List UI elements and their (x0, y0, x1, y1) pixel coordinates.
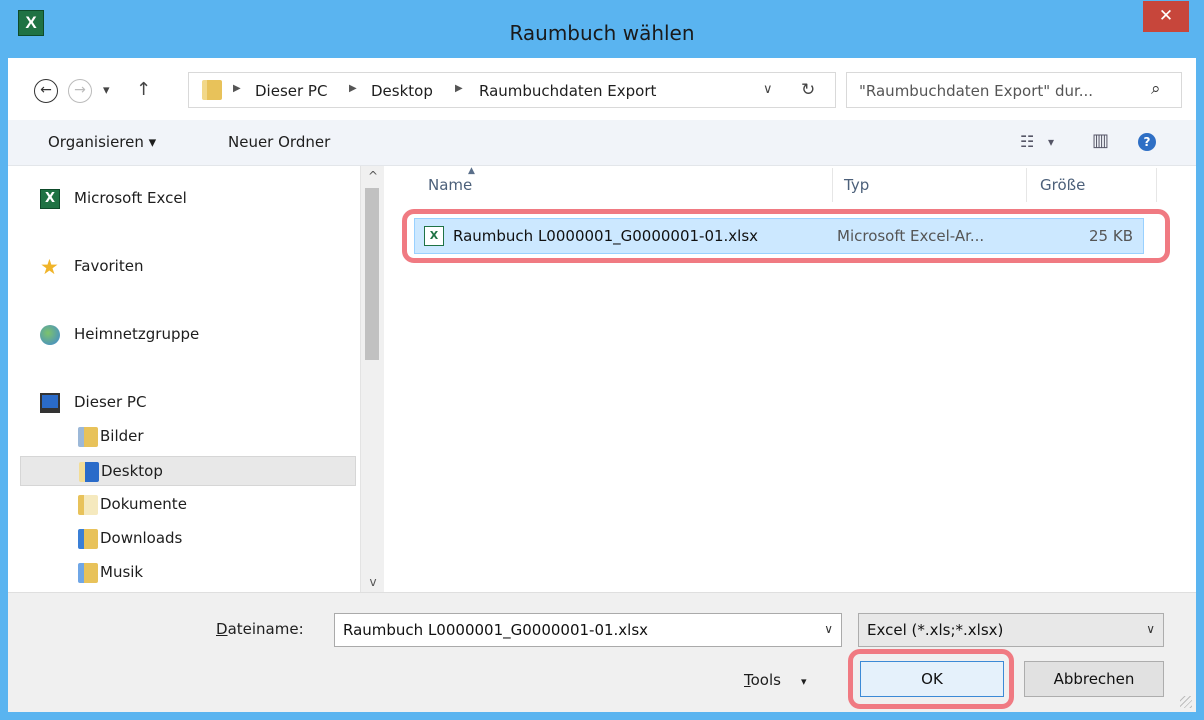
scroll-up-arrow-icon[interactable]: ^ (361, 166, 385, 186)
view-dropdown-icon[interactable]: ▾ (1048, 135, 1054, 149)
file-type: Microsoft Excel-Ar... (837, 227, 985, 245)
dialog-client-area: ← → ▾ ↑ ▶ Dieser PC ▶ Desktop ▶ Raumbuch… (8, 58, 1196, 712)
tools-accesskey: T (744, 671, 751, 689)
filetype-value: Excel (*.xls;*.xlsx) (867, 621, 1004, 639)
column-divider[interactable] (832, 168, 833, 202)
nav-item-label: Microsoft Excel (74, 189, 187, 207)
forward-button[interactable]: → (68, 79, 92, 103)
breadcrumb-raumbuchdaten-export[interactable]: Raumbuchdaten Export (479, 82, 656, 100)
nav-item-heimnetzgruppe[interactable]: Heimnetzgruppe (20, 320, 340, 350)
sort-ascending-icon: ▲ (468, 166, 475, 176)
search-input[interactable]: "Raumbuchdaten Export" dur... ⌕ (846, 72, 1182, 108)
search-icon[interactable]: ⌕ (1151, 79, 1161, 99)
column-header-name[interactable]: Name (428, 176, 472, 194)
breadcrumb-separator-icon[interactable]: ▶ (455, 83, 463, 94)
filename-value: Raumbuch L0000001_G0000001-01.xlsx (343, 621, 649, 639)
file-size: 25 KB (1089, 227, 1133, 245)
tools-label: ools (750, 671, 781, 689)
scroll-thumb[interactable] (365, 188, 379, 360)
nav-item-desktop[interactable]: Desktop (20, 456, 356, 486)
column-divider[interactable] (1156, 168, 1157, 202)
back-button[interactable]: ← (34, 79, 58, 103)
command-toolbar: Organisieren ▾ Neuer Ordner ☷ ▾ ▥ ? (8, 120, 1196, 166)
organize-button[interactable]: Organisieren ▾ (48, 133, 156, 151)
recent-locations-chevron-icon[interactable]: ▾ (103, 83, 110, 98)
nav-item-musik[interactable]: Musik (20, 558, 356, 588)
nav-item-label: Heimnetzgruppe (74, 325, 200, 343)
folder-icon (202, 80, 222, 100)
nav-item-dieser-pc[interactable]: Dieser PC (20, 388, 340, 418)
nav-item-label: Desktop (101, 462, 163, 480)
column-divider[interactable] (1026, 168, 1027, 202)
new-folder-button[interactable]: Neuer Ordner (228, 133, 330, 151)
nav-item-label: Dieser PC (74, 393, 147, 411)
file-list-pane: ▲ Name Typ Größe X Raumbuch L0000001_G00… (384, 166, 1196, 592)
refresh-icon[interactable]: ↻ (801, 80, 815, 100)
breadcrumb-separator-icon[interactable]: ▶ (233, 83, 241, 94)
view-options-icon[interactable]: ☷ (1020, 132, 1034, 151)
downloads-folder-icon (78, 529, 98, 549)
cancel-button[interactable]: Abbrechen (1024, 661, 1164, 697)
computer-icon (40, 393, 60, 413)
music-folder-icon (78, 563, 98, 583)
breadcrumb-separator-icon[interactable]: ▶ (349, 83, 357, 94)
dialog-footer: Dateiname: Raumbuch L0000001_G0000001-01… (8, 592, 1196, 712)
filename-field[interactable]: Raumbuch L0000001_G0000001-01.xlsx ∨ (334, 613, 842, 647)
breadcrumb-desktop[interactable]: Desktop (371, 82, 433, 100)
navigation-scrollbar[interactable]: ^ v (360, 166, 384, 592)
address-row: ← → ▾ ↑ ▶ Dieser PC ▶ Desktop ▶ Raumbuch… (8, 58, 1196, 120)
file-dialog-window: X Raumbuch wählen ✕ ← → ▾ ↑ ▶ Dieser PC … (0, 0, 1204, 720)
up-folder-button[interactable]: ↑ (136, 79, 151, 100)
breadcrumb-dieser-pc[interactable]: Dieser PC (255, 82, 327, 100)
nav-item-label: Downloads (100, 529, 183, 547)
filetype-dropdown-icon[interactable]: ∨ (1146, 622, 1155, 636)
file-name: Raumbuch L0000001_G0000001-01.xlsx (453, 227, 759, 245)
excel-icon: X (40, 189, 60, 209)
column-header-type[interactable]: Typ (844, 176, 869, 194)
address-dropdown-icon[interactable]: ∨ (763, 82, 773, 97)
help-icon[interactable]: ? (1138, 133, 1156, 151)
navigation-pane: X Microsoft Excel ★ Favoriten Heimnetzgr… (8, 166, 384, 592)
tools-dropdown-icon: ▾ (800, 675, 807, 688)
xlsx-file-icon: X (424, 226, 444, 246)
documents-folder-icon (78, 495, 98, 515)
scroll-down-arrow-icon[interactable]: v (361, 572, 385, 592)
nav-item-dokumente[interactable]: Dokumente (20, 490, 356, 520)
dialog-title: Raumbuch wählen (509, 21, 695, 45)
desktop-folder-icon (79, 462, 99, 482)
tools-menu-button[interactable]: Tools ▾ (744, 671, 807, 689)
close-button[interactable]: ✕ (1143, 1, 1189, 32)
nav-item-favoriten[interactable]: ★ Favoriten (20, 252, 340, 282)
nav-item-label: Favoriten (74, 257, 144, 275)
pictures-folder-icon (78, 427, 98, 447)
nav-item-microsoft-excel[interactable]: X Microsoft Excel (20, 184, 340, 214)
nav-item-label: Bilder (100, 427, 144, 445)
search-placeholder: "Raumbuchdaten Export" dur... (859, 82, 1094, 100)
nav-item-label: Dokumente (100, 495, 187, 513)
file-row[interactable]: X Raumbuch L0000001_G0000001-01.xlsx Mic… (414, 218, 1144, 254)
preview-pane-icon[interactable]: ▥ (1092, 130, 1109, 151)
filename-label-text: ateiname: (227, 620, 304, 638)
homegroup-icon (40, 325, 60, 345)
column-header-size[interactable]: Größe (1040, 176, 1085, 194)
title-bar[interactable]: X Raumbuch wählen ✕ (0, 0, 1204, 58)
nav-item-bilder[interactable]: Bilder (20, 422, 356, 452)
nav-item-label: Musik (100, 563, 144, 581)
filename-label-accesskey: D (216, 620, 228, 638)
ok-button[interactable]: OK (860, 661, 1004, 697)
address-bar[interactable]: ▶ Dieser PC ▶ Desktop ▶ Raumbuchdaten Ex… (188, 72, 836, 108)
resize-grip[interactable] (1180, 696, 1192, 708)
filename-dropdown-icon[interactable]: ∨ (824, 622, 833, 636)
star-icon: ★ (40, 255, 59, 279)
filetype-select[interactable]: Excel (*.xls;*.xlsx) ∨ (858, 613, 1164, 647)
nav-item-downloads[interactable]: Downloads (20, 524, 356, 554)
filename-label: Dateiname: (216, 620, 304, 638)
